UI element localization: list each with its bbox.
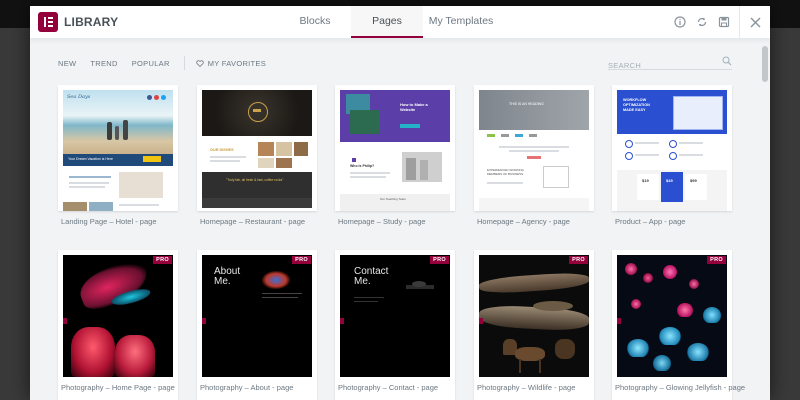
hotel-caption-text: Your Dream Vacation is Here [68,157,113,161]
search-input[interactable] [608,59,716,72]
search-icon[interactable] [722,56,732,66]
sync-icon[interactable] [691,6,713,38]
tab-blocks[interactable]: Blocks [279,6,351,38]
app-price-3: $99 [690,178,697,183]
template-label: Landing Page – Hotel - page [61,217,157,226]
template-card-photo-home[interactable]: PRO Photography – Home Page - page [58,250,178,400]
filter-bar: NEW TREND POPULAR MY FAVORITES [58,56,266,70]
template-label: Homepage – Agency - page [477,217,570,226]
info-icon[interactable] [669,6,691,38]
agency-heading-text: THIS IS AN HEADING [509,102,544,106]
pro-badge: PRO [430,256,449,264]
template-thumbnail: OUR DISHES "Truly fab, all fresh & fast,… [202,90,312,211]
library-modal: LIBRARY Blocks Pages My Templates NEW TR… [30,6,770,400]
library-header: LIBRARY Blocks Pages My Templates [30,6,770,39]
filter-trend[interactable]: TREND [90,59,117,68]
study-heading-text: How to Make a Website [400,102,428,112]
template-label: Photography – About - page [200,383,294,392]
template-thumbnail: How to Make a Website Who is Philip? Our… [340,90,450,211]
header-actions [669,6,770,38]
study-who-text: Who is Philip? [350,164,375,168]
template-thumbnail: WORKFLOW OPTIMIZATION MADE EASY $19 $49 … [617,90,727,211]
close-icon[interactable] [740,6,770,38]
template-card-hotel[interactable]: Sea Days Your Dream Vacation is Here Lan… [58,85,178,226]
pro-badge: PRO [707,256,726,264]
about-heading-text: About Me. [214,266,241,287]
library-tabs: Blocks Pages My Templates [279,6,499,38]
template-label: Photography – Home Page - page [61,383,175,392]
library-title: LIBRARY [64,15,119,29]
template-thumbnail: PRO [617,255,727,377]
pro-badge: PRO [292,256,311,264]
hotel-script-text: Sea Days [67,94,91,100]
filter-new[interactable]: NEW [58,59,76,68]
template-label: Product – App - page [615,217,686,226]
template-card-app[interactable]: WORKFLOW OPTIMIZATION MADE EASY $19 $49 … [612,85,732,226]
tab-pages[interactable]: Pages [351,6,423,38]
app-heading-text: WORKFLOW OPTIMIZATION MADE EASY [623,98,650,112]
filter-divider [183,56,185,70]
template-label: Photography – Glowing Jellyfish - page [615,383,746,392]
elementor-logo-icon [38,12,58,32]
template-card-photo-about[interactable]: About Me. PRO Photography – About - page [197,250,317,400]
template-card-photo-contact[interactable]: Contact Me. PRO Photography – Contact - … [335,250,455,400]
agency-sub-text: EXPERIENCED WORKING MEMBERS OF BUSINESS [487,168,525,176]
template-label: Homepage – Study - page [338,217,426,226]
tab-my-templates[interactable]: My Templates [423,6,499,38]
study-team-text: Our Teaching Team [380,197,406,201]
template-thumbnail: Sea Days Your Dream Vacation is Here [63,90,173,211]
search-box [608,55,732,72]
template-label: Photography – Contact - page [338,383,439,392]
restaurant-quote-text: "Truly fab, all fresh & fast, coffee roc… [226,178,284,182]
template-label: Photography – Wildlife - page [477,383,576,392]
filter-my-favorites[interactable]: MY FAVORITES [208,59,266,68]
scrollbar-thumb[interactable] [762,46,768,82]
pro-badge: PRO [153,256,172,264]
template-thumbnail: Contact Me. PRO [340,255,450,377]
restaurant-heading-text: OUR DISHES [210,148,234,152]
template-card-photo-jellyfish[interactable]: PRO Photography – Glowing Jellyfish - pa… [612,250,745,400]
filter-popular[interactable]: POPULAR [132,59,170,68]
template-thumbnail: PRO [63,255,173,377]
app-price-1: $19 [642,178,649,183]
template-card-restaurant[interactable]: OUR DISHES "Truly fab, all fresh & fast,… [197,85,317,226]
contact-heading-text: Contact Me. [354,266,389,287]
template-thumbnail: PRO [479,255,589,377]
app-price-2: $49 [666,178,673,183]
template-card-study[interactable]: How to Make a Website Who is Philip? Our… [335,85,455,226]
save-icon[interactable] [713,6,735,38]
template-thumbnail: About Me. PRO [202,255,312,377]
pro-badge: PRO [569,256,588,264]
heart-icon[interactable] [196,59,204,67]
template-card-agency[interactable]: THIS IS AN HEADING EXPERIENCED WORKING M… [474,85,594,226]
template-thumbnail: THIS IS AN HEADING EXPERIENCED WORKING M… [479,90,589,211]
template-label: Homepage – Restaurant - page [200,217,306,226]
template-card-photo-wildlife[interactable]: PRO Photography – Wildlife - page [474,250,594,400]
